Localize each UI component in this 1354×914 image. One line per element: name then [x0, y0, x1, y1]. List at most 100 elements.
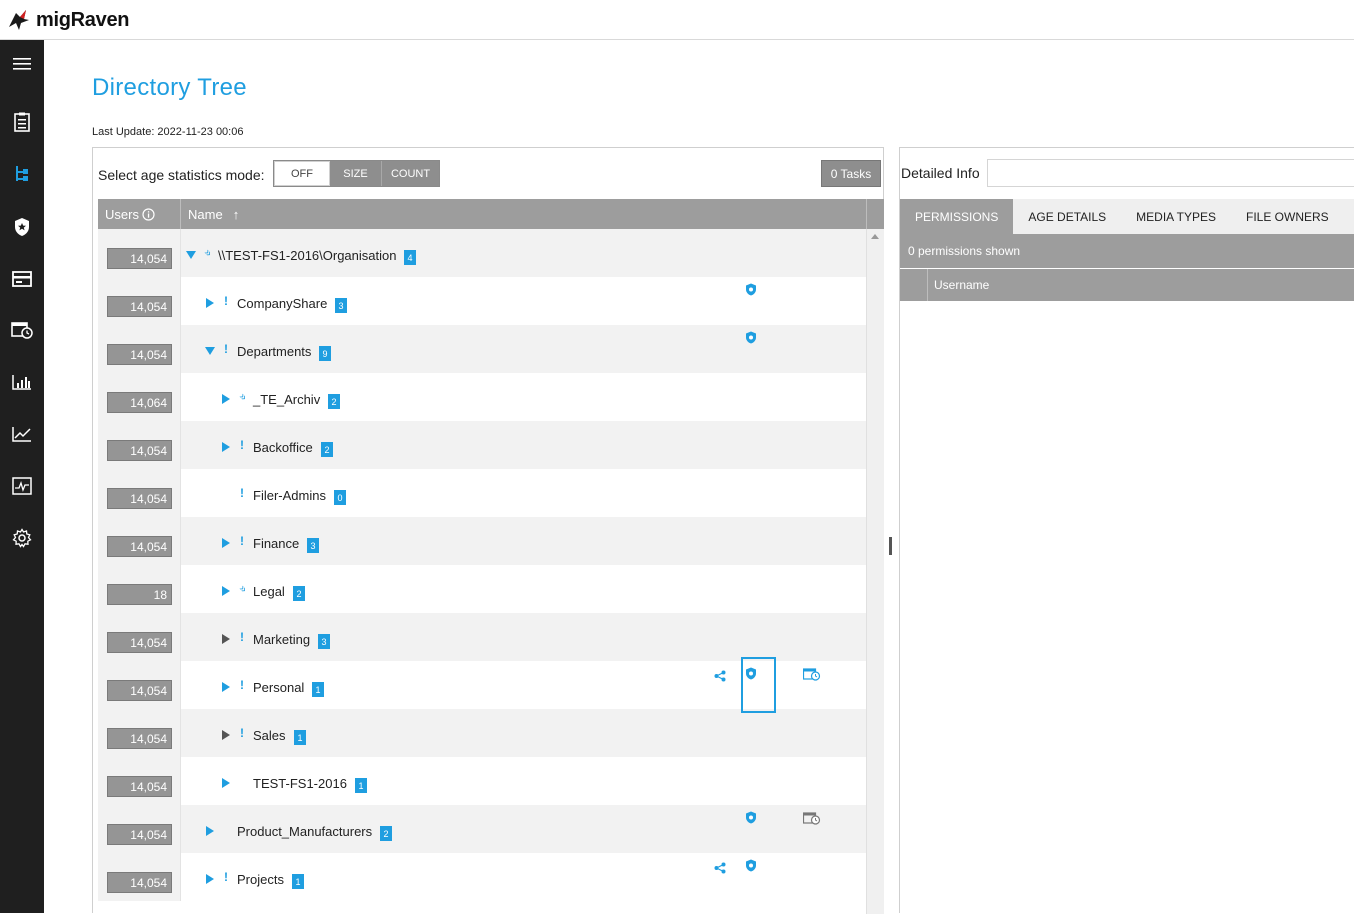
directory-tree-icon[interactable] [0, 154, 44, 194]
folder-name[interactable]: Finance [253, 536, 299, 551]
users-count-badge[interactable]: 14,054 [107, 440, 172, 461]
warning-exclamation-icon: ! [240, 486, 244, 500]
users-count-badge[interactable]: 14,054 [107, 872, 172, 893]
folder-name[interactable]: Legal [253, 584, 285, 599]
detailed-info-field[interactable] [987, 159, 1354, 187]
tree-row[interactable]: 14,054! CompanyShare 3 [98, 277, 866, 325]
tree-row[interactable]: 14,054 TEST-FS1-2016 1 [98, 757, 866, 805]
detailed-info-label: Detailed Info [901, 165, 980, 181]
expand-caret-icon[interactable] [206, 298, 214, 308]
users-cell: 14,054 [98, 853, 181, 901]
users-count-badge[interactable]: 14,054 [107, 824, 172, 845]
tree-scrollbar[interactable] [866, 229, 884, 914]
users-count-badge[interactable]: 14,064 [107, 392, 172, 413]
mode-off-button[interactable]: OFF [274, 161, 330, 186]
activity-monitor-icon[interactable] [0, 466, 44, 506]
expand-caret-icon[interactable] [222, 682, 230, 692]
folder-name[interactable]: Backoffice [253, 440, 313, 455]
folder-name[interactable]: TEST-FS1-2016 [253, 776, 347, 791]
users-cell: 14,054 [98, 469, 181, 517]
tab-age-details[interactable]: AGE DETAILS [1013, 199, 1121, 234]
expand-caret-icon[interactable] [222, 730, 230, 740]
scheduled-task-icon[interactable] [802, 812, 821, 830]
shield-icon[interactable] [0, 207, 44, 247]
settings-gear-icon[interactable] [0, 518, 44, 558]
tree-row[interactable]: 18 » Legal 2 [98, 565, 866, 613]
expand-caret-icon[interactable] [206, 874, 214, 884]
detail-panel: Detailed Info PERMISSIONS AGE DETAILS ME… [899, 147, 1354, 913]
expand-caret-icon[interactable] [222, 586, 230, 596]
users-count-badge[interactable]: 14,054 [107, 776, 172, 797]
scheduled-task-icon[interactable] [802, 668, 821, 686]
users-count-badge[interactable]: 14,054 [107, 344, 172, 365]
permissions-shield-icon[interactable] [745, 331, 757, 349]
report-clipboard-icon[interactable] [0, 102, 44, 142]
tree-row[interactable]: 14,054! Backoffice 2 [98, 421, 866, 469]
tree-row[interactable]: 14,054! Finance 3 [98, 517, 866, 565]
scheduled-task-icon[interactable] [0, 310, 44, 350]
focused-permissions-cell[interactable] [741, 657, 776, 713]
tree-row[interactable]: 14,054! Marketing 3 [98, 613, 866, 661]
tree-row[interactable]: 14,054! Departments 9 [98, 325, 866, 373]
permissions-shield-icon[interactable] [745, 283, 757, 301]
permissions-shield-icon[interactable] [745, 859, 757, 877]
users-count-badge[interactable]: 14,054 [107, 728, 172, 749]
tree-row[interactable]: 14,054! Sales 1 [98, 709, 866, 757]
warning-exclamation-icon: ! [240, 678, 244, 692]
bar-chart-icon[interactable] [0, 362, 44, 402]
expand-caret-icon[interactable] [222, 634, 230, 644]
expand-caret-icon[interactable] [222, 394, 230, 404]
expand-caret-icon[interactable] [222, 442, 230, 452]
permissions-shield-icon[interactable] [745, 811, 757, 829]
username-column-header[interactable]: Username [934, 269, 989, 301]
scroll-up-arrow-icon[interactable] [871, 234, 879, 239]
name-column-header[interactable]: Name ↑ [182, 199, 239, 229]
tree-row[interactable]: 14,064 » _TE_Archiv 2 [98, 373, 866, 421]
tab-file-owners[interactable]: FILE OWNERS [1231, 199, 1344, 234]
users-count-badge[interactable]: 14,054 [107, 536, 172, 557]
users-count-badge[interactable]: 14,054 [107, 248, 172, 269]
tree-row[interactable]: 14,054! Projects 1 [98, 853, 866, 901]
tree-row[interactable]: 14,054! Filer-Admins 0 [98, 469, 866, 517]
users-cell: 14,054 [98, 805, 181, 853]
folder-name[interactable]: CompanyShare [237, 296, 327, 311]
expand-caret-icon[interactable] [222, 778, 230, 788]
share-icon[interactable] [714, 669, 726, 687]
users-column-header[interactable]: Users [98, 199, 181, 229]
folder-name[interactable]: Personal [253, 680, 304, 695]
tasks-button[interactable]: 0 Tasks [821, 160, 881, 187]
folder-name[interactable]: Projects [237, 872, 284, 887]
info-icon[interactable] [142, 207, 155, 221]
folder-name[interactable]: _TE_Archiv [253, 392, 320, 407]
folder-name[interactable]: \\TEST-FS1-2016\Organisation [218, 248, 396, 263]
tree-row[interactable]: 14,054 Product_Manufacturers 2 [98, 805, 866, 853]
folder-name[interactable]: Filer-Admins [253, 488, 326, 503]
users-count-badge[interactable]: 14,054 [107, 296, 172, 317]
card-icon[interactable] [0, 259, 44, 299]
tree-row[interactable]: 14,054 » \\TEST-FS1-2016\Organisation 4 [98, 229, 866, 277]
mode-count-button[interactable]: COUNT [382, 161, 439, 186]
folder-name[interactable]: Product_Manufacturers [237, 824, 372, 839]
share-icon[interactable] [714, 861, 726, 879]
users-count-badge[interactable]: 18 [107, 584, 172, 605]
users-count-badge[interactable]: 14,054 [107, 632, 172, 653]
users-count-badge[interactable]: 14,054 [107, 680, 172, 701]
collapse-caret-icon[interactable] [186, 251, 196, 259]
app-logo[interactable]: migRaven [6, 6, 129, 34]
expand-caret-icon[interactable] [222, 538, 230, 548]
warning-exclamation-icon: ! [224, 342, 228, 356]
expand-caret-icon[interactable] [206, 826, 214, 836]
select-column-header[interactable] [900, 269, 928, 301]
folder-name[interactable]: Departments [237, 344, 311, 359]
tab-permissions[interactable]: PERMISSIONS [900, 199, 1014, 234]
users-count-badge[interactable]: 14,054 [107, 488, 172, 509]
warning-exclamation-icon: ! [240, 438, 244, 452]
folder-name[interactable]: Marketing [253, 632, 310, 647]
collapse-caret-icon[interactable] [205, 347, 215, 355]
folder-name[interactable]: Sales [253, 728, 286, 743]
tab-media-types[interactable]: MEDIA TYPES [1121, 199, 1231, 234]
mode-size-button[interactable]: SIZE [330, 161, 382, 186]
hamburger-menu-icon[interactable] [0, 44, 44, 84]
panel-splitter-handle[interactable] [889, 537, 892, 555]
line-chart-icon[interactable] [0, 414, 44, 454]
